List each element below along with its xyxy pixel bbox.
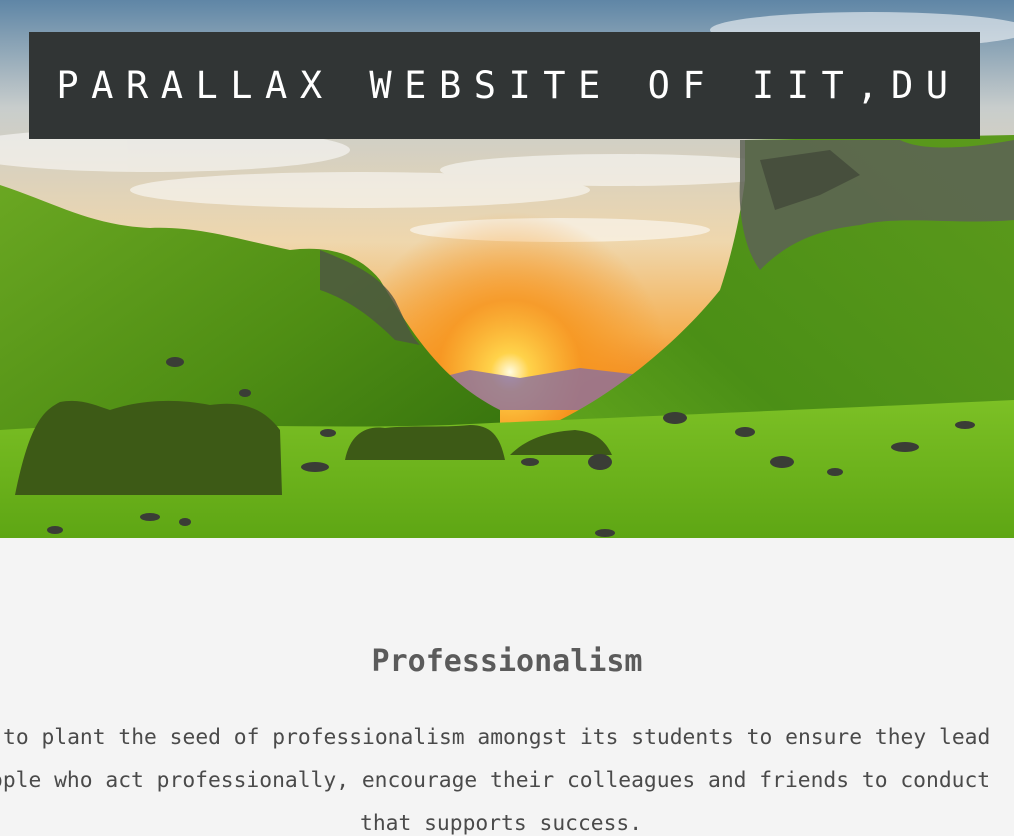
- professionalism-section: Professionalism to plant the seed of pro…: [0, 538, 1014, 836]
- paragraph-line-3: that supports success.: [360, 811, 643, 836]
- paragraph-line-2: ople who act professionally, encourage t…: [0, 768, 991, 793]
- section-heading: Professionalism: [371, 644, 643, 679]
- site-title: PARALLAX WEBSITE OF IIT,DU: [56, 64, 961, 107]
- hero-banner: PARALLAX WEBSITE OF IIT,DU: [0, 0, 1014, 538]
- site-title-banner: PARALLAX WEBSITE OF IIT,DU: [29, 32, 980, 139]
- paragraph-line-1: to plant the seed of professionalism amo…: [3, 725, 991, 750]
